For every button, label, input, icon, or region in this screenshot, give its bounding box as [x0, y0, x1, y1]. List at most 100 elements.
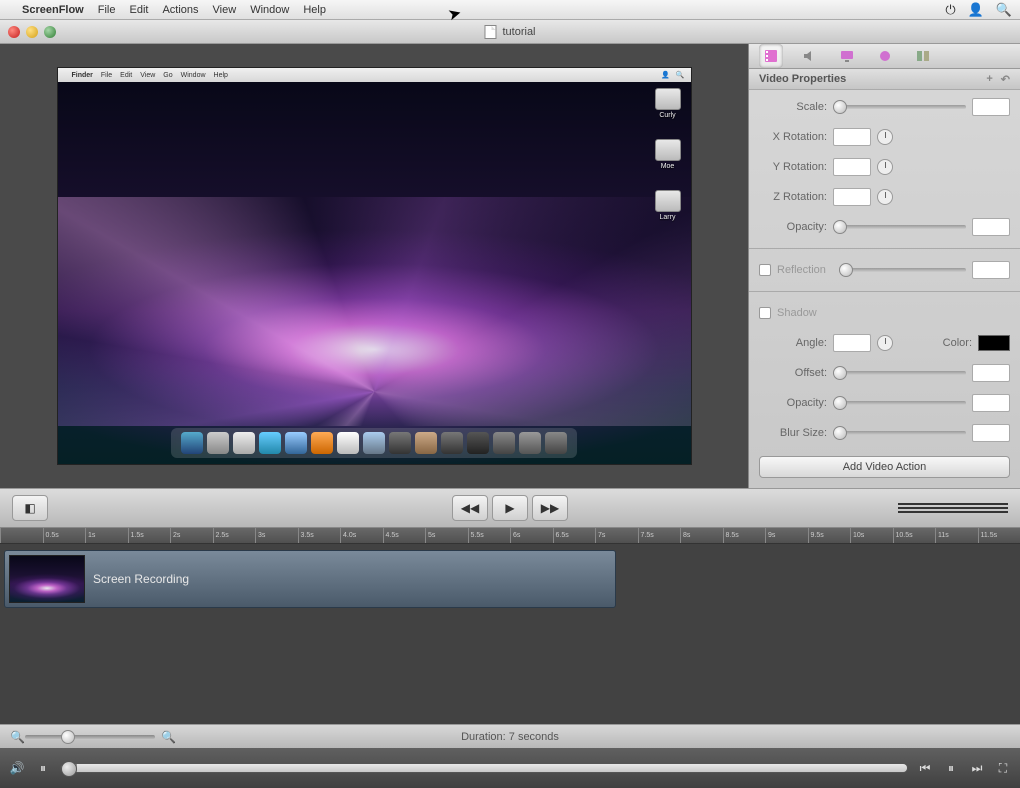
angle-label: Angle: [759, 337, 827, 349]
scrub-track[interactable] [60, 763, 908, 773]
prev-frame-icon[interactable]: ⏮ [916, 761, 934, 776]
next-frame-icon[interactable]: ⏭ [968, 761, 986, 776]
tab-annotations[interactable] [911, 44, 935, 68]
timeline-clip[interactable]: Screen Recording [4, 550, 616, 608]
clip-thumbnail [9, 555, 85, 603]
track-height-control[interactable] [898, 503, 1008, 513]
offset-slider[interactable] [833, 371, 966, 375]
ruler-tick: 8s [680, 528, 723, 543]
close-button[interactable] [8, 26, 20, 38]
ruler-tick: 5s [425, 528, 468, 543]
pause2-icon[interactable]: ⏸ [942, 761, 960, 776]
rewind-button[interactable]: ◀◀ [452, 495, 488, 521]
ruler-tick: 7.5s [638, 528, 681, 543]
inner-menubar: Finder File Edit View Go Window Help 👤🔍 [58, 68, 691, 82]
pause-icon[interactable]: ⏸ [34, 761, 52, 776]
reflection-slider[interactable] [839, 268, 966, 272]
blur-size-input[interactable] [972, 424, 1010, 442]
timeline-ruler[interactable]: 0.5s1s1.5s2s2.5s3s3.5s4.0s4.5s5s5.5s6s6.… [0, 528, 1020, 544]
ruler-tick: 2s [170, 528, 213, 543]
drive-icon: Larry [655, 190, 681, 221]
play-button[interactable]: ▶ [492, 495, 528, 521]
scale-slider[interactable] [833, 105, 966, 109]
y-rotation-dial[interactable] [877, 159, 893, 175]
opacity-input[interactable] [972, 218, 1010, 236]
document-title: tutorial [502, 26, 535, 38]
z-rotation-label: Z Rotation: [759, 191, 827, 203]
y-rotation-label: Y Rotation: [759, 161, 827, 173]
x-rotation-input[interactable] [833, 128, 871, 146]
volume-icon[interactable]: 🔊 [8, 761, 26, 775]
dock [171, 428, 577, 458]
shadow-opacity-input[interactable] [972, 394, 1010, 412]
duration-label: Duration: 7 seconds [461, 731, 559, 743]
document-icon [484, 25, 496, 39]
ruler-tick: 11.5s [978, 528, 1020, 543]
tab-callout[interactable] [873, 44, 897, 68]
ruler-tick: 1.5s [128, 528, 171, 543]
status-bar: 🔍 🔍 Duration: 7 seconds [0, 724, 1020, 748]
shadow-checkbox[interactable] [759, 307, 771, 319]
canvas-area[interactable]: Finder File Edit View Go Window Help 👤🔍 … [0, 44, 748, 488]
angle-input[interactable] [833, 334, 871, 352]
menu-file[interactable]: File [98, 4, 116, 16]
tab-video[interactable] [759, 44, 783, 68]
ruler-tick: 11s [935, 528, 978, 543]
ruler-tick: 6s [510, 528, 553, 543]
zoom-out-icon[interactable]: 🔍 [10, 730, 25, 744]
blur-size-slider[interactable] [833, 431, 966, 435]
zoom-slider[interactable] [25, 735, 155, 739]
shadow-opacity-label: Opacity: [759, 397, 827, 409]
shadow-color-swatch[interactable] [978, 335, 1010, 351]
app-menu[interactable]: ScreenFlow [22, 4, 84, 16]
record-icon[interactable]: ⏻ [945, 2, 955, 18]
menu-help[interactable]: Help [303, 4, 326, 16]
opacity-label: Opacity: [759, 221, 827, 233]
shadow-opacity-slider[interactable] [833, 401, 966, 405]
user-icon[interactable]: 👤 [968, 2, 984, 18]
offset-input[interactable] [972, 364, 1010, 382]
video-preview[interactable]: Finder File Edit View Go Window Help 👤🔍 … [57, 67, 692, 465]
fit-button[interactable]: ◧ [12, 495, 48, 521]
ruler-tick: 9s [765, 528, 808, 543]
properties-panel: Video Properties + ↶ Scale: X Rotation: … [748, 44, 1020, 488]
add-video-action-button[interactable]: Add Video Action [759, 456, 1010, 478]
ruler-tick [0, 528, 43, 543]
tab-screen[interactable] [835, 44, 859, 68]
ruler-tick: 0.5s [43, 528, 86, 543]
reflection-checkbox[interactable] [759, 264, 771, 276]
color-label: Color: [943, 337, 972, 349]
minimize-button[interactable] [26, 26, 38, 38]
z-rotation-input[interactable] [833, 188, 871, 206]
timeline[interactable]: Screen Recording [0, 544, 1020, 724]
ruler-tick: 9.5s [808, 528, 851, 543]
y-rotation-input[interactable] [833, 158, 871, 176]
x-rotation-label: X Rotation: [759, 131, 827, 143]
forward-button[interactable]: ▶▶ [532, 495, 568, 521]
add-icon[interactable]: + [986, 73, 992, 86]
menu-actions[interactable]: Actions [162, 4, 198, 16]
spotlight-icon[interactable]: 🔍 [996, 2, 1012, 18]
ruler-tick: 4.0s [340, 528, 383, 543]
ruler-tick: 8.5s [723, 528, 766, 543]
z-rotation-dial[interactable] [877, 189, 893, 205]
reset-icon[interactable]: ↶ [1001, 73, 1010, 86]
scale-input[interactable] [972, 98, 1010, 116]
zoom-button[interactable] [44, 26, 56, 38]
angle-dial[interactable] [877, 335, 893, 351]
zoom-in-icon[interactable]: 🔍 [161, 730, 176, 744]
reflection-input[interactable] [972, 261, 1010, 279]
menu-window[interactable]: Window [250, 4, 289, 16]
menu-view[interactable]: View [213, 4, 237, 16]
opacity-slider[interactable] [833, 225, 966, 229]
desktop-wallpaper [58, 82, 691, 464]
blur-size-label: Blur Size: [759, 427, 827, 439]
ruler-tick: 10.5s [893, 528, 936, 543]
menu-edit[interactable]: Edit [129, 4, 148, 16]
fullscreen-icon[interactable]: ⛶ [994, 761, 1012, 776]
ruler-tick: 6.5s [553, 528, 596, 543]
ruler-tick: 3s [255, 528, 298, 543]
ruler-tick: 4.5s [383, 528, 426, 543]
x-rotation-dial[interactable] [877, 129, 893, 145]
tab-audio[interactable] [797, 44, 821, 68]
